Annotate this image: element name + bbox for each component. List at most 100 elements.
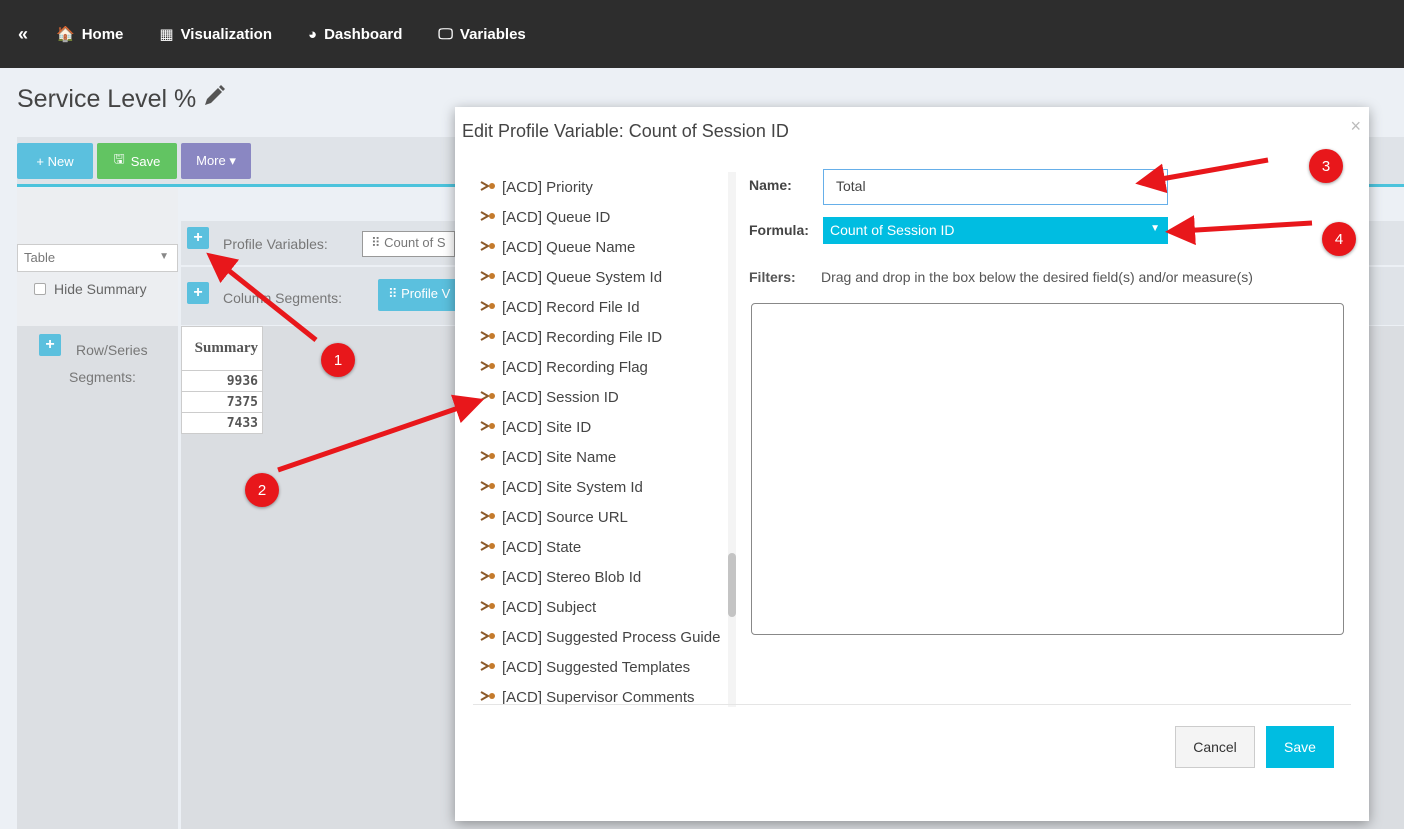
field-dimension-icon (480, 240, 498, 255)
field-list-item[interactable]: [ACD] Site Name (480, 442, 730, 472)
field-list-item-label: [ACD] Suggested Templates (502, 658, 691, 676)
field-list-item[interactable]: [ACD] Site ID (480, 412, 730, 442)
hide-summary-checkbox[interactable]: Hide Summary (34, 281, 147, 297)
save-toolbar-label: Save (130, 153, 161, 169)
field-list-scrollbar[interactable] (728, 172, 736, 707)
nav-dashboard-label: Dashboard (324, 25, 403, 43)
field-list-item-label: [ACD] Site System Id (502, 478, 643, 496)
summary-header: Summary (181, 326, 263, 371)
dashboard-icon: ◕ (308, 25, 318, 43)
field-list-item-label: [ACD] Recording Flag (502, 358, 648, 376)
field-list-item[interactable]: [ACD] Session ID (480, 382, 730, 412)
nav-variables-label: Variables (459, 25, 526, 43)
row-series-label: Row/Series (76, 342, 148, 358)
field-dimension-icon (480, 300, 498, 315)
nav-home-label: Home (81, 25, 124, 43)
modal-footer-divider (473, 704, 1351, 705)
page-title-text: Service Level % (17, 85, 197, 113)
add-profile-variable-button[interactable]: + (187, 227, 209, 249)
profile-variables-label: Profile Variables: (223, 236, 328, 252)
nav-variables[interactable]: 🖵 Variables (438, 26, 525, 43)
field-dimension-icon (480, 360, 498, 375)
field-list-item-label: [ACD] Site Name (502, 448, 617, 466)
nav-home[interactable]: 🏠 Home (56, 25, 124, 44)
caret-down-icon: ▼ (159, 251, 169, 262)
field-dimension-icon (480, 450, 498, 465)
field-list-item[interactable]: [ACD] Recording File ID (480, 322, 730, 352)
field-list-item[interactable]: [ACD] Record File Id (480, 292, 730, 322)
field-list-item-label: [ACD] State (502, 538, 582, 556)
row-series-segments-panel: + Row/Series Segments: (17, 326, 178, 829)
formula-select[interactable]: Count of Session ID ▼ (823, 217, 1168, 244)
field-dimension-icon (480, 690, 498, 705)
edit-profile-variable-modal: Edit Profile Variable: Count of Session … (455, 107, 1369, 821)
column-segment-chip[interactable]: ⠿ Profile V (378, 279, 461, 311)
filters-drop-zone[interactable] (751, 303, 1344, 635)
field-dimension-icon (480, 540, 498, 555)
field-list-item-label: [ACD] Site ID (502, 418, 592, 436)
add-row-segment-button[interactable]: + (39, 334, 61, 356)
profile-variable-chip[interactable]: ⠿ Count of S (362, 231, 455, 257)
pencil-icon[interactable] (202, 84, 226, 115)
field-list-item[interactable]: [ACD] Suggested Process Guide (480, 622, 730, 652)
field-list-item[interactable]: [ACD] Recording Flag (480, 352, 730, 382)
field-list-item-label: [ACD] Stereo Blob Id (502, 568, 642, 586)
table-row: 7433 (181, 412, 263, 434)
field-list-item[interactable]: [ACD] Subject (480, 592, 730, 622)
field-list-item[interactable]: [ACD] Stereo Blob Id (480, 562, 730, 592)
field-list-item[interactable]: [ACD] Site System Id (480, 472, 730, 502)
nav-visualization-label: Visualization (180, 25, 272, 43)
annotation-badge-3: 3 (1309, 149, 1343, 183)
field-list-item-label: [ACD] Supervisor Comments (502, 688, 695, 706)
field-list-item[interactable]: [ACD] Source URL (480, 502, 730, 532)
column-segments-label: Column Segments: (223, 290, 343, 306)
field-dimension-icon (480, 480, 498, 495)
field-list-item[interactable]: [ACD] Queue Name (480, 232, 730, 262)
field-list-item-label: [ACD] Record File Id (502, 298, 640, 316)
field-list-item[interactable]: [ACD] Queue System Id (480, 262, 730, 292)
scrollbar-thumb[interactable] (728, 553, 736, 617)
top-navbar: « 🏠 Home ▦ Visualization ◕ Dashboard 🖵 V… (0, 0, 1404, 68)
field-dimension-icon (480, 660, 498, 675)
field-dimension-icon (480, 420, 498, 435)
modal-title: Edit Profile Variable: Count of Session … (462, 121, 789, 141)
cancel-button[interactable]: Cancel (1175, 726, 1255, 768)
save-button[interactable]: Save (1266, 726, 1334, 768)
hide-summary-label: Hide Summary (54, 281, 147, 297)
field-list-item-label: [ACD] Session ID (502, 388, 619, 406)
field-list-item-label: [ACD] Suggested Process Guide (502, 628, 721, 646)
field-list-item-label: [ACD] Queue ID (502, 208, 611, 226)
field-list-item-label: [ACD] Source URL (502, 508, 628, 526)
field-list-item[interactable]: [ACD] Suggested Templates (480, 652, 730, 682)
field-list-item[interactable]: [ACD] State (480, 532, 730, 562)
field-dimension-icon (480, 510, 498, 525)
name-input[interactable]: Total (823, 169, 1168, 205)
summary-table: Summary 9936 7375 7433 (181, 326, 263, 434)
field-list-item[interactable]: [ACD] Queue ID (480, 202, 730, 232)
summary-cell: 9936 (181, 370, 263, 392)
formula-label: Formula: (749, 222, 809, 238)
nav-visualization[interactable]: ▦ Visualization (159, 25, 272, 44)
table-icon: ▦ (159, 26, 174, 43)
save-toolbar-button[interactable]: 🖫 Save (97, 143, 177, 179)
new-button[interactable]: + New (17, 143, 93, 179)
collapse-sidebar-icon[interactable]: « (18, 24, 28, 45)
field-dimension-icon (480, 210, 498, 225)
add-column-segment-button[interactable]: + (187, 282, 209, 304)
annotation-badge-2: 2 (245, 473, 279, 507)
field-list-item[interactable]: [ACD] Priority (480, 172, 730, 202)
floppy-icon: 🖫 (113, 151, 125, 166)
page-title: Service Level % (17, 84, 226, 115)
view-type-select[interactable]: Table ▼ (17, 244, 178, 272)
checkbox-box[interactable] (34, 283, 46, 295)
summary-cell: 7375 (181, 391, 263, 413)
home-icon: 🏠 (56, 26, 75, 43)
more-dropdown-button[interactable]: More ▾ (181, 143, 251, 179)
caret-down-icon: ▼ (1150, 223, 1160, 234)
field-list-item-label: [ACD] Queue Name (502, 238, 636, 256)
field-dimension-icon (480, 630, 498, 645)
close-icon[interactable]: × (1350, 116, 1361, 137)
field-list-item-label: [ACD] Queue System Id (502, 268, 663, 286)
segments-label: Segments: (69, 369, 136, 385)
nav-dashboard[interactable]: ◕ Dashboard (308, 26, 402, 43)
